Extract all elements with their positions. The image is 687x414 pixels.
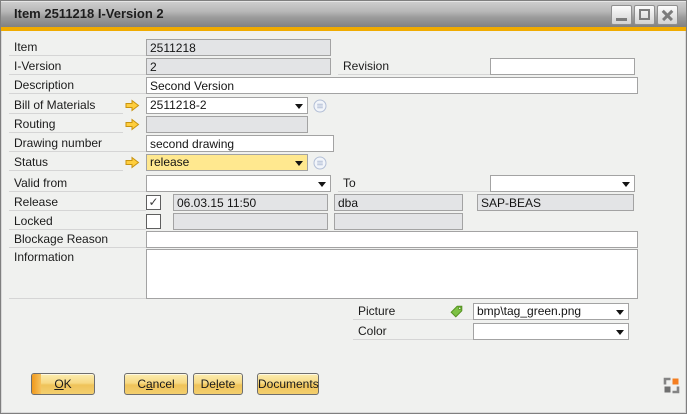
- locked-field-1: [173, 213, 328, 230]
- cancel-label: C: [137, 377, 146, 391]
- documents-button[interactable]: Documents: [257, 373, 319, 395]
- release-datetime-field: [173, 194, 328, 211]
- valid-from-dropdown[interactable]: [146, 175, 331, 192]
- picture-dropdown[interactable]: bmp\tag_green.png: [473, 303, 629, 320]
- information-textarea[interactable]: [146, 249, 638, 299]
- valid-to-dropdown[interactable]: [490, 175, 635, 192]
- titlebar[interactable]: Item 2511218 I-Version 2: [1, 1, 686, 27]
- dropdown-arrow-icon: [295, 161, 303, 166]
- dropdown-arrow-icon: [318, 182, 326, 187]
- description-label: Description: [9, 77, 146, 94]
- accent-bar: [1, 27, 686, 31]
- bom-dropdown[interactable]: 2511218-2: [146, 97, 308, 114]
- item-field: [146, 39, 331, 56]
- information-label: Information: [9, 249, 146, 299]
- revision-field[interactable]: [490, 58, 635, 75]
- release-checkbox[interactable]: ✓: [146, 195, 161, 210]
- dropdown-arrow-icon: [295, 104, 303, 109]
- minimize-button[interactable]: [611, 5, 632, 25]
- ok-button[interactable]: OK: [31, 373, 95, 395]
- status-value: release: [150, 155, 291, 170]
- bom-link-arrow-icon[interactable]: [125, 99, 140, 112]
- cancel-button[interactable]: Cancel: [124, 373, 188, 395]
- bom-value: 2511218-2: [150, 98, 291, 113]
- routing-label: Routing: [9, 116, 123, 133]
- window-title: Item 2511218 I-Version 2: [14, 6, 164, 21]
- drawing-number-label: Drawing number: [9, 135, 146, 152]
- dropdown-arrow-icon: [616, 310, 624, 315]
- resize-grip-icon[interactable]: [663, 377, 680, 394]
- dialog-window: Item 2511218 I-Version 2 Item I-Version …: [0, 0, 687, 414]
- status-label: Status: [9, 154, 123, 171]
- bom-memo-icon[interactable]: [313, 99, 327, 113]
- picture-value: bmp\tag_green.png: [477, 304, 612, 319]
- iversion-field: [146, 58, 331, 75]
- locked-field-2: [334, 213, 463, 230]
- release-label: Release: [9, 194, 146, 211]
- revision-label: Revision: [338, 58, 490, 75]
- dropdown-arrow-icon: [616, 330, 624, 335]
- drawing-number-field[interactable]: [146, 135, 334, 152]
- release-user-field: [334, 194, 463, 211]
- routing-field: [146, 116, 308, 133]
- maximize-button[interactable]: [634, 5, 655, 25]
- description-field[interactable]: [146, 77, 638, 94]
- locked-checkbox[interactable]: [146, 214, 161, 229]
- status-memo-icon[interactable]: [313, 156, 327, 170]
- release-system-field: [477, 194, 634, 211]
- maximize-icon: [639, 9, 650, 20]
- routing-link-arrow-icon[interactable]: [125, 118, 140, 131]
- item-label: Item: [9, 39, 146, 56]
- valid-to-label: To: [338, 175, 490, 192]
- minimize-icon: [616, 18, 627, 21]
- close-button[interactable]: [657, 5, 678, 25]
- status-dropdown[interactable]: release: [146, 154, 308, 171]
- color-dropdown[interactable]: [473, 323, 629, 340]
- green-tag-icon: [449, 304, 464, 319]
- locked-label: Locked: [9, 213, 146, 230]
- valid-from-label: Valid from: [9, 175, 146, 192]
- dropdown-arrow-icon: [622, 182, 630, 187]
- color-label: Color: [353, 323, 473, 340]
- iversion-label: I-Version: [9, 58, 146, 75]
- blockage-reason-field[interactable]: [146, 231, 638, 248]
- status-link-arrow-icon[interactable]: [125, 156, 140, 169]
- delete-label: De: [201, 377, 216, 391]
- delete-button[interactable]: Delete: [193, 373, 243, 395]
- bom-label: Bill of Materials: [9, 97, 123, 114]
- blockage-reason-label: Blockage Reason: [9, 231, 146, 248]
